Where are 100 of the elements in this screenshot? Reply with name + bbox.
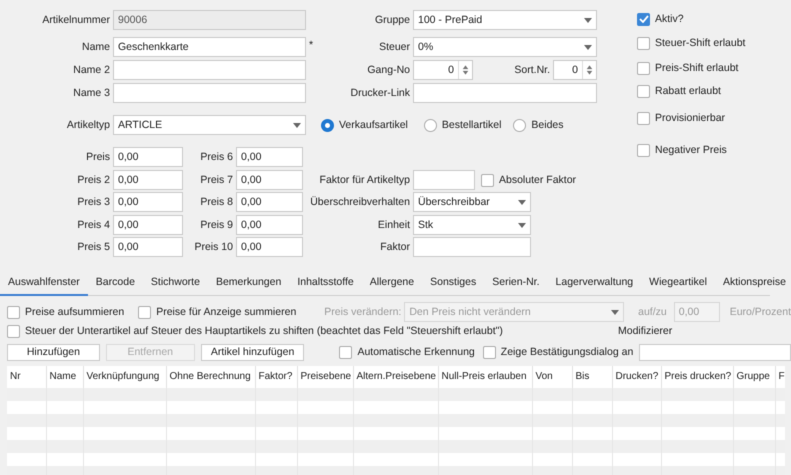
field-label: Preis 7 [199, 174, 234, 186]
column-header[interactable]: Ohne Berechnung [166, 366, 255, 388]
caret-icon [611, 310, 620, 315]
text-field[interactable] [639, 344, 791, 361]
field-label: Preis verändern: [324, 306, 402, 318]
field-label: Preis [85, 150, 110, 165]
tab[interactable]: Wiegeartikel [641, 273, 715, 296]
field-label: Preis 10 [193, 240, 234, 254]
dropdown[interactable]: 100 - PrePaid [413, 10, 597, 30]
text-field[interactable]: Geschenkkarte [113, 37, 306, 57]
checkbox[interactable]: Negativer Preis [637, 144, 727, 158]
tab[interactable]: Auswahlfenster [0, 273, 88, 296]
tab[interactable]: Sonstiges [422, 273, 484, 296]
checkmark-icon [638, 15, 648, 24]
tab[interactable]: Allergene [362, 273, 422, 296]
checkbox[interactable]: Steuer der Unterartikel auf Steuer des Hauptartikels zu shiften (beachtet das Feld "Steuershift erlaubt") [7, 324, 618, 338]
tab[interactable]: Aktionspreise [714, 273, 791, 296]
tab[interactable]: Lagerverwaltung [548, 273, 642, 296]
field-label: Modifizierer [618, 324, 672, 338]
radio-button[interactable]: Beides [513, 118, 564, 132]
column-header[interactable]: Preisebene [297, 366, 353, 388]
column-header[interactable]: Verknüpfungung [83, 366, 166, 388]
number-spinner[interactable]: 0 [553, 60, 597, 80]
field-label: Preis 6 [199, 150, 234, 164]
dropdown[interactable]: ARTICLE [113, 115, 306, 135]
dropdown[interactable]: Stk [413, 215, 531, 235]
dropdown[interactable]: 0% [413, 37, 597, 57]
number-spinner[interactable]: 0 [413, 60, 473, 80]
text-field[interactable]: 0,00 [236, 192, 303, 212]
checkbox[interactable]: Automatische Erkennung [339, 346, 475, 359]
column-header[interactable]: Faktor? [255, 366, 297, 388]
field-label: Name 3 [72, 86, 110, 101]
column-header[interactable]: Null-Preis erlauben [438, 366, 532, 388]
checkbox[interactable]: Rabatt erlaubt [637, 84, 721, 98]
field-label: Name 2 [72, 63, 110, 78]
text-field[interactable]: 0,00 [113, 192, 183, 212]
checkbox[interactable]: Preise aufsummieren [7, 306, 124, 319]
field-label: Preis 2 [76, 173, 110, 188]
text-field[interactable] [413, 237, 531, 257]
checkbox[interactable]: Preise für Anzeige summieren [138, 306, 296, 319]
column-header[interactable]: Drucken? [612, 366, 661, 388]
field-label: Einheit [376, 218, 410, 233]
caret-icon [518, 222, 526, 228]
text-field[interactable] [413, 170, 475, 190]
caret-icon [293, 122, 301, 128]
tab[interactable]: Stichworte [142, 273, 208, 296]
field-label: Überschreibverhalten [309, 195, 410, 210]
field-label: Artikeltyp [66, 118, 110, 133]
checkbox[interactable]: Zeige Bestätigungsdialog an [482, 346, 634, 359]
checkbox[interactable]: Aktiv? [637, 12, 684, 26]
button[interactable]: Artikel hinzufügen [200, 344, 304, 361]
checkbox[interactable]: Provisionierbar [637, 112, 726, 126]
caret-icon [518, 200, 526, 204]
checkbox[interactable]: Steuer-Shift erlaubt [637, 36, 746, 50]
text-field[interactable]: 0,00 [113, 237, 183, 257]
text-field[interactable] [113, 83, 306, 103]
column-header[interactable]: Name [46, 366, 83, 388]
column-header[interactable]: Gruppe [733, 366, 775, 388]
text-field[interactable]: 0,00 [236, 215, 303, 235]
checkbox[interactable]: Preis-Shift erlaubt [637, 62, 738, 75]
field-label: Name [80, 40, 110, 55]
text-field[interactable]: 0,00 [113, 170, 183, 190]
column-header[interactable]: F [775, 366, 785, 388]
radio-button[interactable]: Bestellartikel [424, 118, 502, 132]
field-label: Preis 8 [199, 196, 234, 208]
field-label: Sort.Nr. [513, 64, 551, 76]
field-label: auf/zu [638, 306, 667, 318]
button[interactable]: Hinzufügen [7, 344, 100, 361]
field-label: Preis 3 [76, 195, 110, 210]
text-field[interactable]: 0,00 [236, 237, 303, 257]
field-label: Faktor [379, 240, 410, 255]
field-label: Preis 4 [76, 218, 110, 233]
tab[interactable]: Barcode [88, 273, 143, 296]
column-header[interactable]: Von [532, 366, 572, 388]
field-label: Preis 9 [199, 218, 234, 232]
checkbox[interactable]: Absoluter Faktor [481, 174, 576, 186]
caret-icon [584, 18, 592, 22]
text-field[interactable]: 0,00 [113, 147, 183, 167]
tab[interactable]: Serien-Nr. [484, 273, 548, 296]
field-label: Preis 5 [76, 240, 110, 255]
text-field[interactable]: 0,00 [236, 147, 303, 167]
column-header[interactable]: Bis [572, 366, 612, 388]
field-label: Drucker-Link [349, 86, 410, 101]
column-header[interactable]: Altern.Preisebene [353, 366, 438, 388]
field-label: Steuer [378, 40, 410, 55]
column-header[interactable]: Preis drucken? [661, 366, 733, 388]
text-field[interactable]: 0,00 [236, 170, 303, 190]
field-label: Gang-No [366, 63, 410, 78]
text-field[interactable] [413, 83, 597, 103]
caret-icon [584, 44, 592, 50]
required-mark: * [309, 38, 314, 52]
field-label: Faktor für Artikeltyp [318, 173, 410, 188]
text-field[interactable]: 0,00 [113, 215, 183, 235]
text-field[interactable] [113, 60, 306, 80]
field-label: Artikelnummer [41, 13, 110, 28]
tab[interactable]: Bemerkungen [208, 273, 290, 296]
tab[interactable]: Inhaltsstoffe [289, 273, 362, 296]
field-label: Gruppe [374, 13, 410, 28]
dropdown[interactable]: Überschreibbar [413, 192, 531, 212]
radio-button[interactable]: Verkaufsartikel [321, 118, 408, 132]
